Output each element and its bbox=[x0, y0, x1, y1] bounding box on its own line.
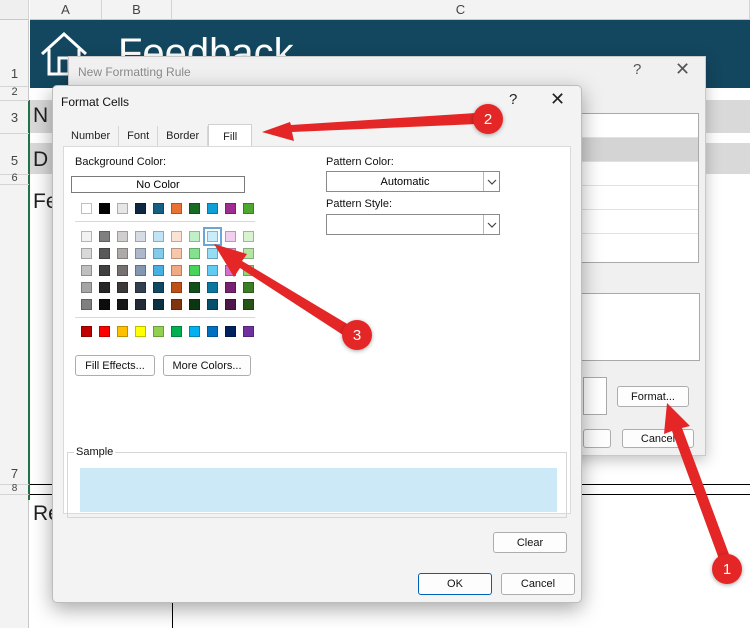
annotation-arrow-1 bbox=[664, 403, 733, 570]
annotation-arrow-3 bbox=[214, 244, 349, 335]
annotation-badge-1: 1 bbox=[712, 554, 742, 584]
annotation-badge-3: 3 bbox=[342, 320, 372, 350]
annotation-badge-2: 2 bbox=[473, 104, 503, 134]
annotation-arrows bbox=[214, 113, 733, 570]
annotation-arrow-2 bbox=[262, 113, 478, 141]
